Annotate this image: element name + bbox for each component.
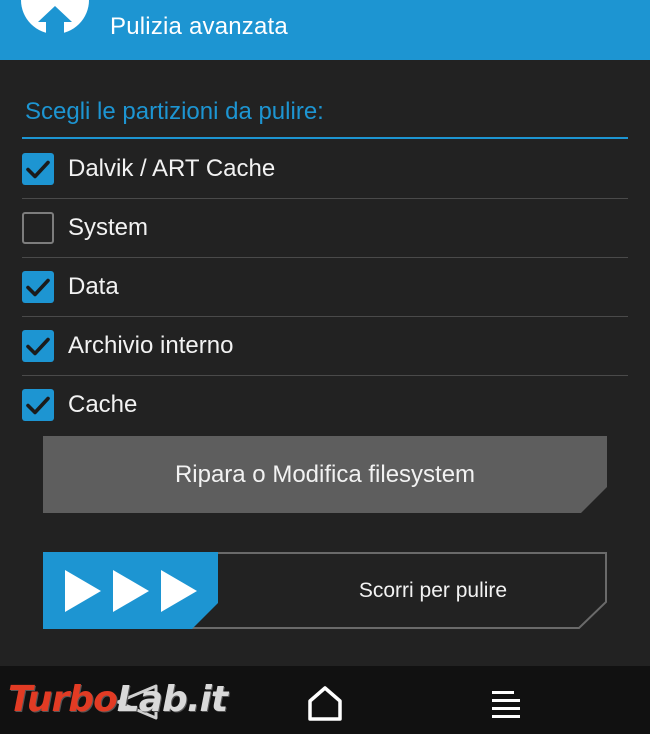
checkmark-icon (26, 396, 50, 415)
section-heading: Scegli le partizioni da pulire: (25, 98, 324, 125)
page-title: Pulizia avanzata (110, 13, 288, 40)
play-arrow-icon (65, 570, 101, 612)
twrp-wipe-screen: Pulizia avanzata Scegli le partizioni da… (0, 0, 650, 734)
partition-label: Dalvik / ART Cache (68, 155, 276, 182)
partition-label: System (68, 214, 149, 241)
checkmark-icon (26, 160, 50, 179)
partition-label: Cache (68, 391, 138, 418)
partition-checkbox[interactable] (22, 389, 54, 421)
slider-label: Scorri per pulire (358, 578, 508, 602)
partition-checkbox[interactable] (22, 212, 54, 244)
watermark-text: TurboLab.it (8, 678, 228, 722)
home-icon[interactable] (306, 684, 344, 722)
watermark-part-turbo: Turbo (8, 679, 118, 720)
partition-item-dalvik-art-cache[interactable]: Dalvik / ART Cache (0, 140, 650, 199)
partition-label: Data (68, 273, 119, 300)
section-divider (22, 137, 628, 139)
partition-item-system[interactable]: System (0, 199, 650, 258)
partition-item-data[interactable]: Data (0, 258, 650, 317)
checkmark-icon (26, 278, 50, 297)
partition-checkbox[interactable] (22, 153, 54, 185)
menu-icon[interactable] (490, 690, 522, 720)
turbolab-watermark: TurboLab.it (8, 676, 234, 728)
partition-label: Archivio interno (68, 332, 234, 359)
twrp-logo-icon (21, 0, 89, 34)
partition-checkbox[interactable] (22, 271, 54, 303)
checkmark-icon (26, 337, 50, 356)
repair-filesystem-label: Ripara o Modifica filesystem (174, 460, 476, 488)
partition-item-internal-storage[interactable]: Archivio interno (0, 317, 650, 376)
watermark-part-lab: Lab.it (116, 679, 228, 720)
header-bar: Pulizia avanzata (0, 0, 650, 60)
swipe-to-wipe-slider[interactable]: Scorri per pulire (43, 552, 607, 629)
partition-checkbox[interactable] (22, 330, 54, 362)
repair-filesystem-button[interactable]: Ripara o Modifica filesystem (43, 436, 607, 513)
play-arrow-icon (161, 570, 197, 612)
partition-list: Dalvik / ART Cache System Data Archivio … (0, 140, 650, 435)
partition-item-cache[interactable]: Cache (0, 376, 650, 435)
play-arrow-icon (113, 570, 149, 612)
